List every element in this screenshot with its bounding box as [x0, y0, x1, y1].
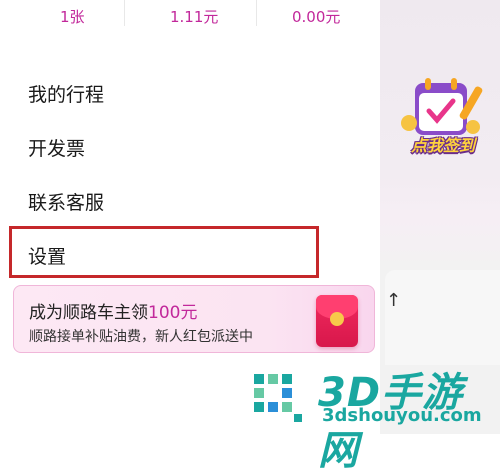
menu-item-invoice[interactable]: 开发票 — [28, 134, 85, 161]
divider — [124, 0, 125, 26]
menu-item-customer-service[interactable]: 联系客服 — [28, 188, 104, 215]
checkin-label[interactable]: 点我签到 — [398, 132, 488, 156]
balance-value[interactable]: 1.11元 — [170, 6, 218, 27]
up-arrow-icon: ↑ — [386, 290, 402, 311]
driver-promo-banner[interactable]: 成为顺路车主领100元 顺路接单补贴油费，新人红包派送中 — [13, 285, 375, 353]
promo-title: 成为顺路车主领100元 — [29, 298, 197, 323]
settings-highlight-box — [9, 226, 319, 278]
menu-item-my-trips[interactable]: 我的行程 — [28, 80, 104, 107]
background-card — [385, 270, 500, 365]
divider — [256, 0, 257, 26]
watermark-url: 3dshouyou.com — [322, 405, 482, 426]
promo-title-text: 成为顺路车主领 — [29, 303, 148, 323]
side-drawer: 1张 1.11元 0.00元 我的行程 开发票 联系客服 设置 成为顺路车主领1… — [0, 0, 380, 360]
red-envelope-icon — [316, 295, 358, 347]
stats-row: 1张 1.11元 0.00元 — [0, 0, 380, 36]
reward-value[interactable]: 0.00元 — [292, 6, 340, 27]
promo-subtitle: 顺路接单补贴油费，新人红包派送中 — [29, 329, 253, 345]
coupon-count[interactable]: 1张 — [60, 6, 85, 27]
promo-amount: 100元 — [148, 303, 198, 323]
watermark-logo-icon — [254, 374, 302, 422]
